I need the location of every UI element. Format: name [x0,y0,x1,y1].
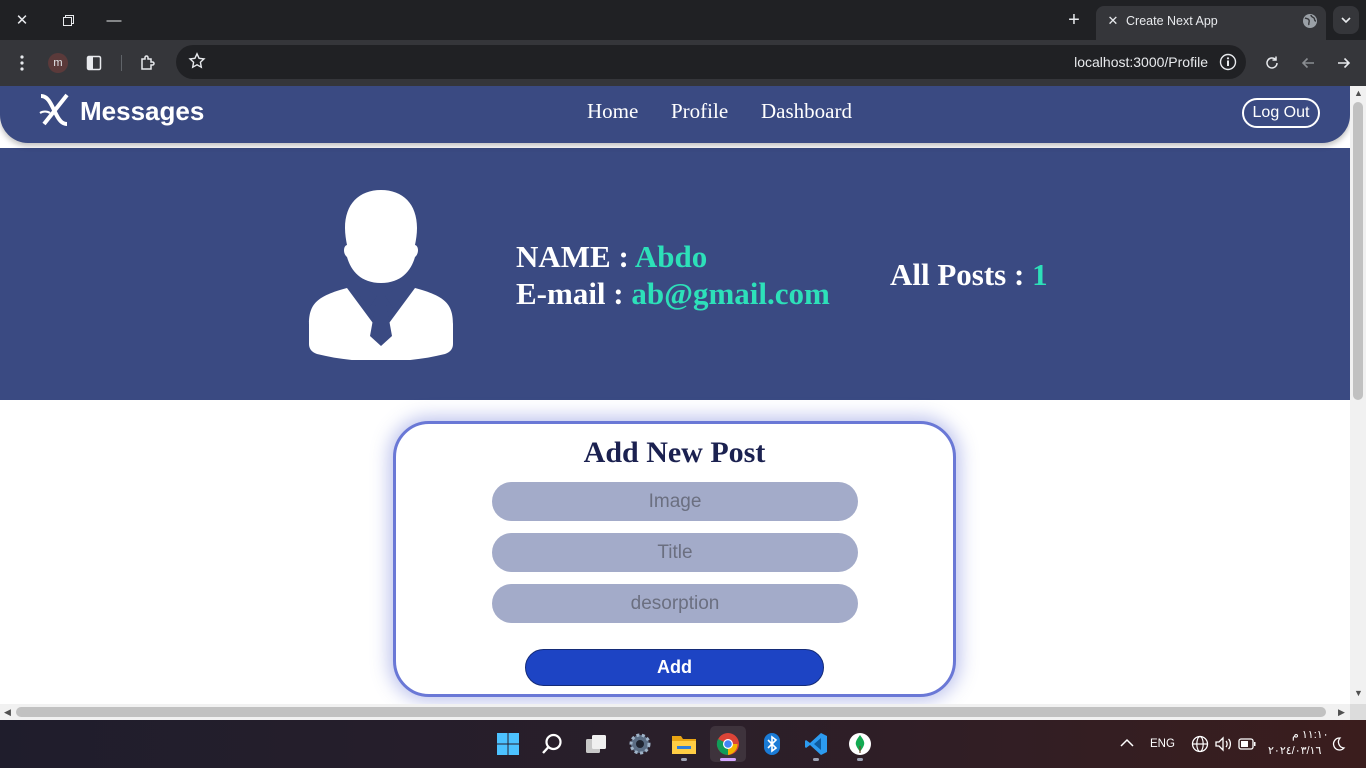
user-avatar-icon [309,190,453,360]
side-panel-icon[interactable] [82,51,106,75]
posts-count-row: All Posts : 1 [890,257,1048,293]
scrollbar-corner [1350,704,1366,720]
name-label: NAME : [516,239,635,274]
forward-arrow-icon[interactable] [1332,51,1356,75]
brand-logo-icon[interactable] [38,93,70,127]
running-indicator [813,758,819,761]
logout-button[interactable]: Log Out [1242,98,1320,128]
browser-tab[interactable]: ✕ Create Next App [1096,6,1326,40]
email-row: E-mail : ab@gmail.com [516,276,830,312]
posts-count: 1 [1032,257,1048,292]
task-view-icon[interactable] [578,726,614,762]
globe-icon [1303,14,1317,28]
active-indicator [720,758,736,761]
windows-taskbar: ENG ١١:١٠ م ٢٠٢٤/٠٣/١٦ [0,720,1366,768]
page-viewport: NAME : Abdo E-mail : ab@gmail.com All Po… [0,86,1350,704]
url-text[interactable]: localhost:3000/Profile [1074,54,1208,70]
menu-kebab-icon[interactable] [10,51,34,75]
restore-window-icon[interactable] [54,8,82,32]
add-post-form: Add New Post Add [393,421,956,697]
bookmark-star-icon[interactable] [188,52,206,70]
back-arrow-icon[interactable] [1296,51,1320,75]
horizontal-scrollbar[interactable]: ◀ ▶ [0,704,1350,720]
scroll-left-icon[interactable]: ◀ [4,707,11,718]
extensions-puzzle-icon[interactable] [136,51,160,75]
vscode-icon[interactable] [798,726,834,762]
browser-tab-strip: ✕ — + ✕ Create Next App [0,0,1366,40]
clock-date[interactable]: ٢٠٢٤/٠٣/١٦ [1268,744,1321,757]
browser-toolbar: m localhost:3000/Profile [0,40,1366,86]
volume-icon[interactable] [1214,735,1232,753]
close-window-icon[interactable]: ✕ [8,8,36,32]
nav-link-profile[interactable]: Profile [671,99,728,124]
nav-link-dashboard[interactable]: Dashboard [761,99,852,124]
name-row: NAME : Abdo [516,239,707,275]
network-globe-icon[interactable] [1191,735,1209,753]
horizontal-scroll-thumb[interactable] [16,707,1326,717]
name-value: Abdo [634,239,708,274]
profile-initial: m [48,53,68,73]
mongodb-icon[interactable] [842,726,878,762]
running-indicator [681,758,687,761]
file-explorer-icon[interactable] [666,726,702,762]
show-hidden-icons-chevron-icon[interactable] [1120,735,1134,751]
scroll-down-icon[interactable]: ▼ [1354,688,1363,698]
form-title: Add New Post [583,436,766,469]
reload-icon[interactable] [1260,51,1284,75]
brand-name[interactable]: Messages [80,96,204,127]
battery-icon[interactable] [1238,737,1256,751]
description-input[interactable] [492,584,858,623]
site-navbar: Messages Home Profile Dashboard Log Out [0,86,1350,143]
start-windows-icon[interactable] [490,726,526,762]
bluetooth-icon[interactable] [754,726,790,762]
profile-avatar[interactable]: m [46,51,70,75]
do-not-disturb-moon-icon[interactable] [1330,736,1346,752]
chrome-icon[interactable] [710,726,746,762]
image-input[interactable] [492,482,858,521]
email-label: E-mail : [516,276,632,311]
vertical-scroll-thumb[interactable] [1353,102,1363,400]
minimize-window-icon[interactable]: — [100,8,128,32]
search-icon[interactable] [534,726,570,762]
new-tab-button[interactable]: + [1062,8,1086,32]
title-input[interactable] [492,533,858,572]
site-info-icon[interactable] [1218,52,1238,72]
address-bar[interactable]: localhost:3000/Profile [176,45,1246,79]
profile-header: NAME : Abdo E-mail : ab@gmail.com All Po… [0,148,1350,400]
tab-search-dropdown-icon[interactable] [1333,6,1359,34]
settings-gear-icon[interactable] [622,726,658,762]
close-tab-icon[interactable]: ✕ [1104,12,1122,30]
scroll-right-icon[interactable]: ▶ [1338,707,1345,718]
running-indicator [857,758,863,761]
scroll-up-icon[interactable]: ▲ [1354,88,1363,98]
toolbar-divider [121,55,122,71]
vertical-scrollbar[interactable]: ▲ ▼ [1350,86,1366,704]
clock-time[interactable]: ١١:١٠ م [1292,728,1329,741]
input-language[interactable]: ENG [1150,738,1175,750]
tab-title: Create Next App [1126,14,1218,28]
posts-label: All Posts : [890,257,1033,292]
add-post-button[interactable]: Add [525,649,824,686]
email-value: ab@gmail.com [631,276,830,311]
nav-link-home[interactable]: Home [587,99,638,124]
